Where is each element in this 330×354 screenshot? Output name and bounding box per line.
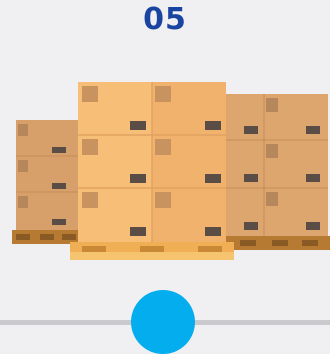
left-box-stack [16, 120, 80, 230]
front-pallet [70, 242, 234, 260]
right-pallet [222, 236, 330, 250]
pallet-of-boxes-icon [12, 82, 330, 260]
slider-handle-icon[interactable] [131, 290, 195, 354]
front-box-stack [78, 82, 226, 242]
step-number: 05 [143, 2, 187, 37]
right-box-stack [222, 94, 328, 236]
left-pallet [12, 230, 80, 244]
